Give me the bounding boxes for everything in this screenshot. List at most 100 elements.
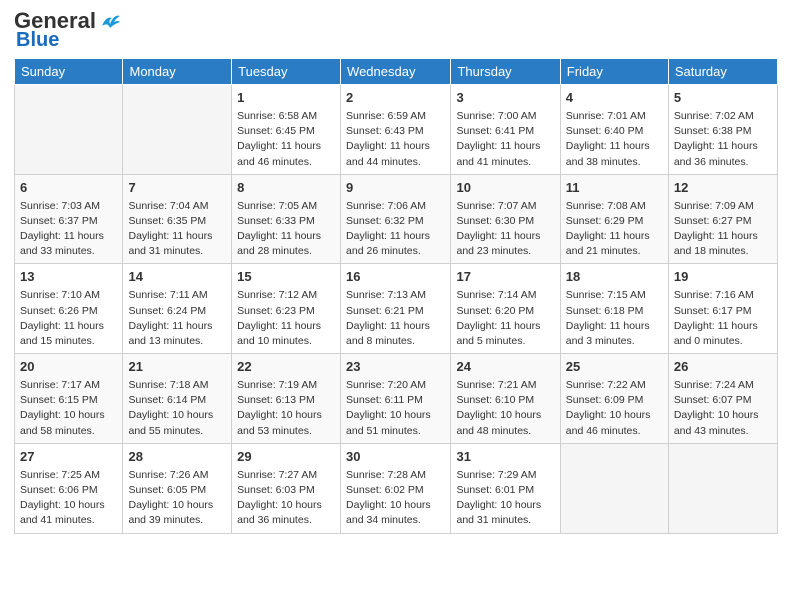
weekday-header-saturday: Saturday — [668, 59, 777, 85]
cal-cell — [560, 443, 668, 533]
cal-cell: 13 Sunrise: 7:10 AMSunset: 6:26 PMDayligh… — [15, 264, 123, 354]
day-info: Sunrise: 7:21 AMSunset: 6:10 PMDaylight:… — [456, 379, 541, 437]
week-row-1: 1 Sunrise: 6:58 AMSunset: 6:45 PMDaylight… — [15, 85, 778, 175]
day-number: 22 — [237, 358, 335, 377]
day-number: 11 — [566, 179, 663, 198]
cal-cell: 25 Sunrise: 7:22 AMSunset: 6:09 PMDayligh… — [560, 354, 668, 444]
cal-cell: 21 Sunrise: 7:18 AMSunset: 6:14 PMDayligh… — [123, 354, 232, 444]
day-info: Sunrise: 7:03 AMSunset: 6:37 PMDaylight:… — [20, 200, 104, 258]
cal-cell: 27Sunrise: 7:25 AMSunset: 6:06 PMDayligh… — [15, 443, 123, 533]
day-info: Sunrise: 7:11 AMSunset: 6:24 PMDaylight:… — [128, 289, 212, 347]
cal-cell — [15, 85, 123, 175]
day-number: 7 — [128, 179, 226, 198]
week-row-4: 20Sunrise: 7:17 AMSunset: 6:15 PMDayligh… — [15, 354, 778, 444]
cal-cell: 18 Sunrise: 7:15 AMSunset: 6:18 PMDayligh… — [560, 264, 668, 354]
cal-cell: 23 Sunrise: 7:20 AMSunset: 6:11 PMDayligh… — [341, 354, 451, 444]
day-number: 15 — [237, 268, 335, 287]
cal-cell: 16Sunrise: 7:13 AMSunset: 6:21 PMDayligh… — [341, 264, 451, 354]
day-number: 5 — [674, 89, 772, 108]
day-number: 29 — [237, 448, 335, 467]
cal-cell: 2 Sunrise: 6:59 AMSunset: 6:43 PMDaylight… — [341, 85, 451, 175]
cal-cell: 19 Sunrise: 7:16 AMSunset: 6:17 PMDayligh… — [668, 264, 777, 354]
week-row-2: 6 Sunrise: 7:03 AMSunset: 6:37 PMDaylight… — [15, 174, 778, 264]
day-info: Sunrise: 7:08 AMSunset: 6:29 PMDaylight:… — [566, 200, 650, 258]
day-info: Sunrise: 7:09 AMSunset: 6:27 PMDaylight:… — [674, 200, 758, 258]
week-row-5: 27Sunrise: 7:25 AMSunset: 6:06 PMDayligh… — [15, 443, 778, 533]
weekday-header-wednesday: Wednesday — [341, 59, 451, 85]
cal-cell: 20Sunrise: 7:17 AMSunset: 6:15 PMDayligh… — [15, 354, 123, 444]
cal-cell: 3Sunrise: 7:00 AMSunset: 6:41 PMDaylight… — [451, 85, 560, 175]
cal-cell: 26 Sunrise: 7:24 AMSunset: 6:07 PMDayligh… — [668, 354, 777, 444]
day-info: Sunrise: 6:58 AMSunset: 6:45 PMDaylight:… — [237, 110, 321, 168]
day-number: 27 — [20, 448, 117, 467]
weekday-header-monday: Monday — [123, 59, 232, 85]
day-info: Sunrise: 7:14 AMSunset: 6:20 PMDaylight:… — [456, 289, 540, 347]
day-number: 18 — [566, 268, 663, 287]
day-info: Sunrise: 7:20 AMSunset: 6:11 PMDaylight:… — [346, 379, 431, 437]
cal-cell: 7 Sunrise: 7:04 AMSunset: 6:35 PMDaylight… — [123, 174, 232, 264]
cal-cell: 31Sunrise: 7:29 AMSunset: 6:01 PMDayligh… — [451, 443, 560, 533]
weekday-header-friday: Friday — [560, 59, 668, 85]
day-info: Sunrise: 7:05 AMSunset: 6:33 PMDaylight:… — [237, 200, 321, 258]
logo: General Blue — [14, 10, 120, 50]
cal-cell: 6 Sunrise: 7:03 AMSunset: 6:37 PMDaylight… — [15, 174, 123, 264]
day-number: 25 — [566, 358, 663, 377]
calendar-table: SundayMondayTuesdayWednesdayThursdayFrid… — [14, 58, 778, 534]
day-info: Sunrise: 6:59 AMSunset: 6:43 PMDaylight:… — [346, 110, 430, 168]
cal-cell: 24 Sunrise: 7:21 AMSunset: 6:10 PMDayligh… — [451, 354, 560, 444]
day-info: Sunrise: 7:17 AMSunset: 6:15 PMDaylight:… — [20, 379, 105, 437]
day-number: 19 — [674, 268, 772, 287]
day-info: Sunrise: 7:15 AMSunset: 6:18 PMDaylight:… — [566, 289, 650, 347]
header: General Blue — [14, 10, 778, 50]
cal-cell: 1 Sunrise: 6:58 AMSunset: 6:45 PMDaylight… — [232, 85, 341, 175]
cal-cell: 10Sunrise: 7:07 AMSunset: 6:30 PMDayligh… — [451, 174, 560, 264]
cal-cell: 30 Sunrise: 7:28 AMSunset: 6:02 PMDayligh… — [341, 443, 451, 533]
cal-cell: 9 Sunrise: 7:06 AMSunset: 6:32 PMDaylight… — [341, 174, 451, 264]
day-number: 23 — [346, 358, 445, 377]
day-number: 28 — [128, 448, 226, 467]
day-number: 6 — [20, 179, 117, 198]
day-number: 12 — [674, 179, 772, 198]
weekday-header-row: SundayMondayTuesdayWednesdayThursdayFrid… — [15, 59, 778, 85]
day-number: 1 — [237, 89, 335, 108]
cal-cell: 15 Sunrise: 7:12 AMSunset: 6:23 PMDayligh… — [232, 264, 341, 354]
day-number: 24 — [456, 358, 554, 377]
cal-cell: 22 Sunrise: 7:19 AMSunset: 6:13 PMDayligh… — [232, 354, 341, 444]
day-number: 9 — [346, 179, 445, 198]
cal-cell: 14Sunrise: 7:11 AMSunset: 6:24 PMDayligh… — [123, 264, 232, 354]
day-info: Sunrise: 7:19 AMSunset: 6:13 PMDaylight:… — [237, 379, 322, 437]
weekday-header-thursday: Thursday — [451, 59, 560, 85]
cal-cell — [668, 443, 777, 533]
cal-cell: 8 Sunrise: 7:05 AMSunset: 6:33 PMDaylight… — [232, 174, 341, 264]
day-info: Sunrise: 7:10 AMSunset: 6:26 PMDaylight:… — [20, 289, 104, 347]
day-info: Sunrise: 7:28 AMSunset: 6:02 PMDaylight:… — [346, 469, 431, 527]
day-info: Sunrise: 7:02 AMSunset: 6:38 PMDaylight:… — [674, 110, 758, 168]
cal-cell — [123, 85, 232, 175]
day-number: 30 — [346, 448, 445, 467]
day-number: 2 — [346, 89, 445, 108]
day-info: Sunrise: 7:12 AMSunset: 6:23 PMDaylight:… — [237, 289, 321, 347]
weekday-header-sunday: Sunday — [15, 59, 123, 85]
day-info: Sunrise: 7:16 AMSunset: 6:17 PMDaylight:… — [674, 289, 758, 347]
day-number: 13 — [20, 268, 117, 287]
day-info: Sunrise: 7:06 AMSunset: 6:32 PMDaylight:… — [346, 200, 430, 258]
day-info: Sunrise: 7:27 AMSunset: 6:03 PMDaylight:… — [237, 469, 322, 527]
logo-bird-icon — [98, 12, 120, 30]
day-number: 21 — [128, 358, 226, 377]
day-number: 8 — [237, 179, 335, 198]
day-number: 16 — [346, 268, 445, 287]
day-info: Sunrise: 7:22 AMSunset: 6:09 PMDaylight:… — [566, 379, 651, 437]
day-info: Sunrise: 7:00 AMSunset: 6:41 PMDaylight:… — [456, 110, 540, 168]
day-info: Sunrise: 7:24 AMSunset: 6:07 PMDaylight:… — [674, 379, 759, 437]
day-number: 4 — [566, 89, 663, 108]
cal-cell: 17 Sunrise: 7:14 AMSunset: 6:20 PMDayligh… — [451, 264, 560, 354]
day-info: Sunrise: 7:18 AMSunset: 6:14 PMDaylight:… — [128, 379, 213, 437]
day-info: Sunrise: 7:04 AMSunset: 6:35 PMDaylight:… — [128, 200, 212, 258]
day-info: Sunrise: 7:26 AMSunset: 6:05 PMDaylight:… — [128, 469, 213, 527]
day-number: 17 — [456, 268, 554, 287]
cal-cell: 5 Sunrise: 7:02 AMSunset: 6:38 PMDaylight… — [668, 85, 777, 175]
day-number: 26 — [674, 358, 772, 377]
week-row-3: 13 Sunrise: 7:10 AMSunset: 6:26 PMDayligh… — [15, 264, 778, 354]
page: General Blue SundayMondayTuesdayWednesda… — [0, 0, 792, 612]
day-number: 31 — [456, 448, 554, 467]
